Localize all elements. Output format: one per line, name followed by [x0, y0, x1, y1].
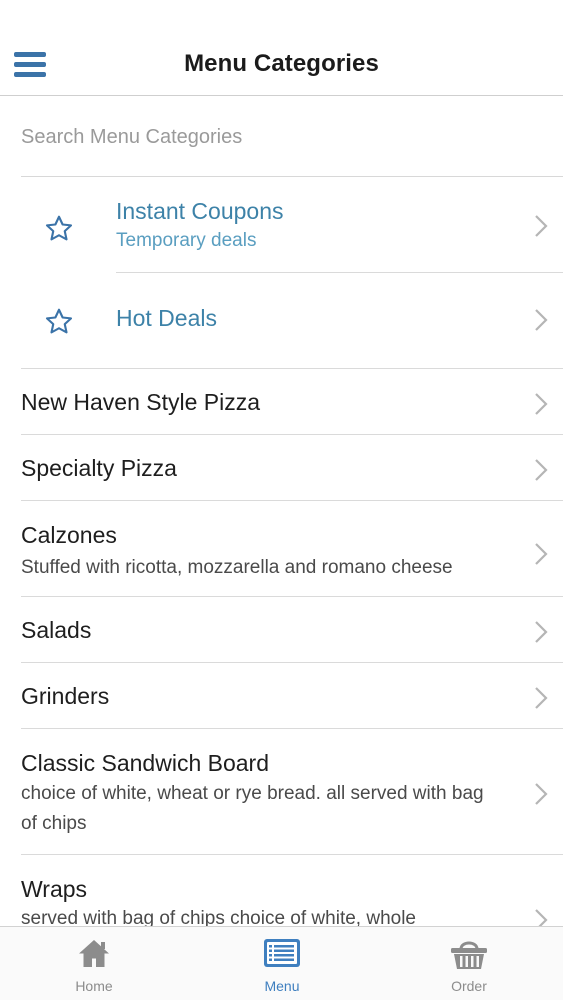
- chevron-right-icon: [535, 543, 548, 565]
- star-icon: [45, 215, 73, 241]
- tab-label: Order: [451, 978, 487, 994]
- header-bar: Menu Categories: [0, 0, 563, 96]
- list-item-title: Grinders: [21, 683, 110, 709]
- list-item-title: New Haven Style Pizza: [21, 389, 261, 415]
- list-item-title: Hot Deals: [116, 305, 217, 331]
- chevron-right-icon: [535, 393, 548, 415]
- chevron-right-icon: [535, 309, 548, 331]
- basket-icon: [451, 941, 487, 969]
- list-item-grinders[interactable]: Grinders: [0, 663, 563, 729]
- tab-bar: Home Menu Order: [0, 926, 563, 1000]
- list-item-hot-deals[interactable]: Hot Deals: [0, 273, 563, 369]
- list-item-title: Salads: [21, 617, 92, 643]
- tab-label: Menu: [264, 978, 300, 994]
- category-list: Instant Coupons Temporary deals Hot Deal…: [0, 177, 563, 951]
- list-item-subtitle: Stuffed with ricotta, mozzarella and rom…: [21, 557, 453, 578]
- tab-home[interactable]: Home: [24, 927, 164, 1000]
- home-icon: [79, 940, 109, 967]
- list-item-new-haven-pizza[interactable]: New Haven Style Pizza: [0, 369, 563, 435]
- chevron-right-icon: [535, 621, 548, 643]
- chevron-right-icon: [535, 687, 548, 709]
- list-item-calzones[interactable]: Calzones Stuffed with ricotta, mozzarell…: [0, 501, 563, 597]
- list-item-salads[interactable]: Salads: [0, 597, 563, 663]
- menu-list-icon: [264, 939, 300, 967]
- list-item-subtitle: Temporary deals: [116, 230, 257, 251]
- list-item-title: Wraps: [21, 876, 88, 902]
- list-item-title: Specialty Pizza: [21, 455, 177, 481]
- list-item-specialty-pizza[interactable]: Specialty Pizza: [0, 435, 563, 501]
- list-item-classic-sandwich-board[interactable]: Classic Sandwich Board choice of white, …: [0, 729, 563, 855]
- star-icon: [45, 308, 73, 334]
- search-input[interactable]: [21, 120, 541, 154]
- app-screen: Menu Categories Instant Coupons Temporar…: [0, 0, 563, 1000]
- chevron-right-icon: [535, 459, 548, 481]
- list-item-title: Calzones: [21, 522, 117, 548]
- page-title: Menu Categories: [184, 50, 379, 77]
- chevron-right-icon: [535, 783, 548, 805]
- tab-menu[interactable]: Menu: [212, 927, 352, 1000]
- list-item-subtitle: choice of white, wheat or rye bread. all…: [21, 783, 484, 834]
- list-item-title: Classic Sandwich Board: [21, 750, 270, 776]
- tab-label: Home: [75, 978, 113, 994]
- tab-order[interactable]: Order: [399, 927, 539, 1000]
- list-item-title: Instant Coupons: [116, 198, 284, 224]
- chevron-right-icon: [535, 215, 548, 237]
- list-item-instant-coupons[interactable]: Instant Coupons Temporary deals: [0, 177, 563, 273]
